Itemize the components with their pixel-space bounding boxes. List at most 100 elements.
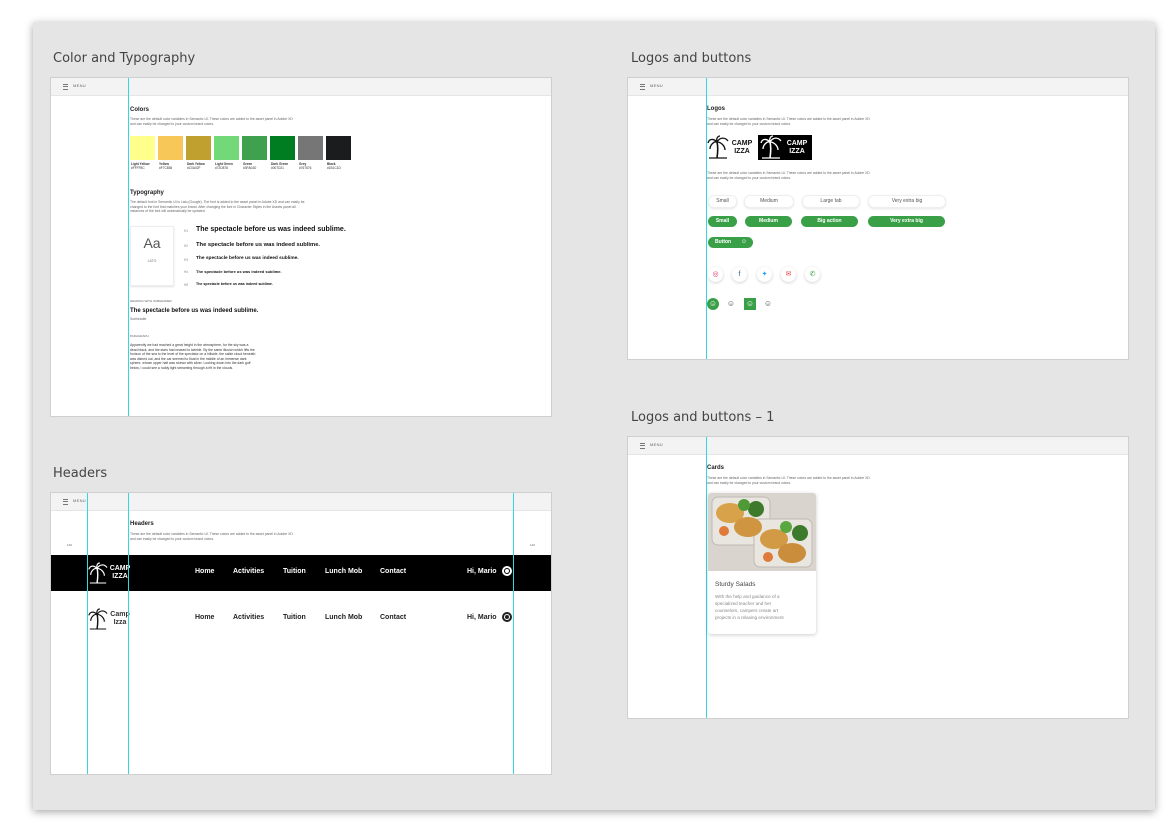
- phone-icon[interactable]: ✆: [805, 267, 820, 282]
- artboard-logos-buttons-1[interactable]: MENU Cards These are the default color v…: [627, 436, 1129, 719]
- artboard-headers[interactable]: MENU Headers These are the default color…: [50, 492, 552, 775]
- very-extra-big-outline-button[interactable]: Very extra big: [868, 195, 946, 208]
- sample-h3: The spectacle before us was indeed subli…: [196, 256, 299, 261]
- headers-description: These are the default color variables in…: [130, 532, 293, 541]
- color-swatch-label: Dark Green #007D21: [271, 162, 289, 170]
- level-h4: H4: [184, 270, 189, 274]
- board-title-color-typography[interactable]: Color and Typography: [53, 51, 195, 66]
- facebook-icon[interactable]: f: [732, 267, 747, 282]
- color-swatch: [326, 136, 351, 160]
- card-text: With the help and guidance of a speciali…: [715, 594, 784, 620]
- hamburger-icon[interactable]: [63, 84, 68, 90]
- column-width-right: 120: [530, 543, 536, 547]
- color-swatch: [214, 136, 239, 160]
- colors-heading: Colors: [130, 107, 150, 113]
- nav-contact[interactable]: Contact: [380, 568, 406, 575]
- colors-description: These are the default color variables in…: [130, 117, 293, 126]
- twitter-icon[interactable]: ✦: [757, 267, 772, 282]
- menu-label[interactable]: MENU: [73, 498, 86, 503]
- greeting[interactable]: Hi, Mario: [467, 614, 497, 621]
- nav-contact[interactable]: Contact: [380, 614, 406, 621]
- big-action-green-button[interactable]: Big action: [801, 216, 858, 227]
- color-swatch-label: Light Yellow #FFFF8C: [131, 162, 150, 170]
- header-dark: CAMP IZZA Home Activities Tuition Lunch …: [51, 555, 551, 591]
- menu-label[interactable]: MENU: [650, 442, 663, 447]
- icon-button[interactable]: Button ☺: [708, 237, 753, 248]
- level-h2: H2: [184, 244, 189, 248]
- palm-tree-icon: [88, 608, 108, 630]
- smiley-icon[interactable]: ☺: [725, 298, 737, 310]
- artboard-logos-buttons[interactable]: MENU Logos These are the default color v…: [627, 77, 1129, 360]
- palm-tree-icon: [760, 135, 782, 159]
- logo-line-2: IZZA: [734, 148, 750, 155]
- color-swatch: [186, 136, 211, 160]
- sample-h2: The spectacle before us was indeed subli…: [196, 242, 321, 248]
- level-h5: H5: [184, 283, 189, 287]
- logo-line-1: CAMP: [786, 140, 808, 147]
- logos-heading: Logos: [707, 106, 725, 112]
- subheader: Subheader: [130, 317, 147, 321]
- color-swatch-label: Black #1B1C1D: [327, 162, 341, 170]
- nav-lunch-mob[interactable]: Lunch Mob: [325, 614, 362, 621]
- board-title-logos-buttons-1[interactable]: Logos and buttons – 1: [631, 410, 774, 425]
- smiley-icon[interactable]: ☺: [707, 298, 719, 310]
- palm-tree-icon: [707, 135, 729, 159]
- color-swatch: [270, 136, 295, 160]
- logo-line-2: IZZA: [789, 148, 805, 155]
- greeting[interactable]: Hi, Mario: [467, 568, 497, 575]
- nav-activities[interactable]: Activities: [233, 614, 264, 621]
- nav-lunch-mob[interactable]: Lunch Mob: [325, 568, 362, 575]
- menu-bar: MENU: [628, 437, 1128, 455]
- color-swatch: [130, 136, 155, 160]
- icon-button-label: Button: [715, 239, 732, 245]
- nav-activities[interactable]: Activities: [233, 568, 264, 575]
- smiley-icon[interactable]: ☺: [744, 298, 756, 310]
- cards-description: These are the default color variables in…: [707, 476, 870, 485]
- card[interactable]: Sturdy Salads With the help and guidance…: [708, 493, 816, 634]
- logos-description-2: These are the default color variables in…: [707, 171, 870, 180]
- nav-tuition[interactable]: Tuition: [283, 614, 306, 621]
- menu-label[interactable]: MENU: [650, 83, 663, 88]
- hamburger-icon[interactable]: [640, 443, 645, 449]
- menu-bar: MENU: [51, 493, 551, 511]
- mail-icon[interactable]: ✉: [781, 267, 796, 282]
- hamburger-icon[interactable]: [640, 84, 645, 90]
- color-swatch: [242, 136, 267, 160]
- paragraph-sample: Apparently we had reached a great height…: [130, 343, 256, 370]
- nav-home[interactable]: Home: [195, 614, 214, 621]
- heading-with-subheader: The spectacle before us was indeed subli…: [130, 308, 259, 314]
- small-outline-button[interactable]: Small: [708, 195, 737, 208]
- menu-bar: MENU: [628, 78, 1128, 96]
- camp-izza-logo[interactable]: Camp Izza: [88, 607, 132, 631]
- smiley-icon[interactable]: ☺: [762, 298, 774, 310]
- font-sample-glyphs: Aa: [143, 235, 161, 251]
- header-light: Camp Izza Home Activities Tuition Lunch …: [51, 601, 551, 637]
- small-green-button[interactable]: Small: [708, 216, 737, 227]
- medium-outline-button[interactable]: Medium: [744, 195, 794, 208]
- layout-guide: [87, 493, 88, 774]
- sample-h4: The spectacle before us was indeed subli…: [196, 269, 282, 274]
- typography-heading: Typography: [130, 190, 164, 196]
- large-tab-outline-button[interactable]: Large tab: [802, 195, 860, 208]
- artboard-color-typography[interactable]: MENU Colors These are the default color …: [50, 77, 552, 417]
- menu-label[interactable]: MENU: [73, 83, 86, 88]
- board-title-logos-buttons[interactable]: Logos and buttons: [631, 51, 751, 66]
- paragraph-label: PARAGRAPH: [130, 334, 149, 338]
- camp-izza-logo-light: CAMP IZZA: [707, 135, 755, 159]
- color-swatch-label: Dark Yellow #C0A02F: [187, 162, 205, 170]
- level-h3: H3: [184, 258, 189, 262]
- nav-tuition[interactable]: Tuition: [283, 568, 306, 575]
- smiley-icon: ☺: [740, 239, 747, 245]
- board-title-headers[interactable]: Headers: [53, 466, 107, 481]
- user-avatar-icon[interactable]: [502, 566, 512, 576]
- hamburger-icon[interactable]: [63, 499, 68, 505]
- nav-home[interactable]: Home: [195, 568, 214, 575]
- user-avatar-icon[interactable]: [502, 612, 512, 622]
- camp-izza-logo[interactable]: CAMP IZZA: [88, 561, 132, 585]
- typography-description: The default font in Semantic UI is Lato …: [130, 200, 305, 214]
- logo-line-1: CAMP: [731, 140, 753, 147]
- very-extra-big-green-button[interactable]: Very extra big: [868, 216, 945, 227]
- instagram-icon[interactable]: ◎: [708, 267, 723, 282]
- medium-green-button[interactable]: Medium: [745, 216, 792, 227]
- color-swatch-label: Grey #767676: [299, 162, 312, 170]
